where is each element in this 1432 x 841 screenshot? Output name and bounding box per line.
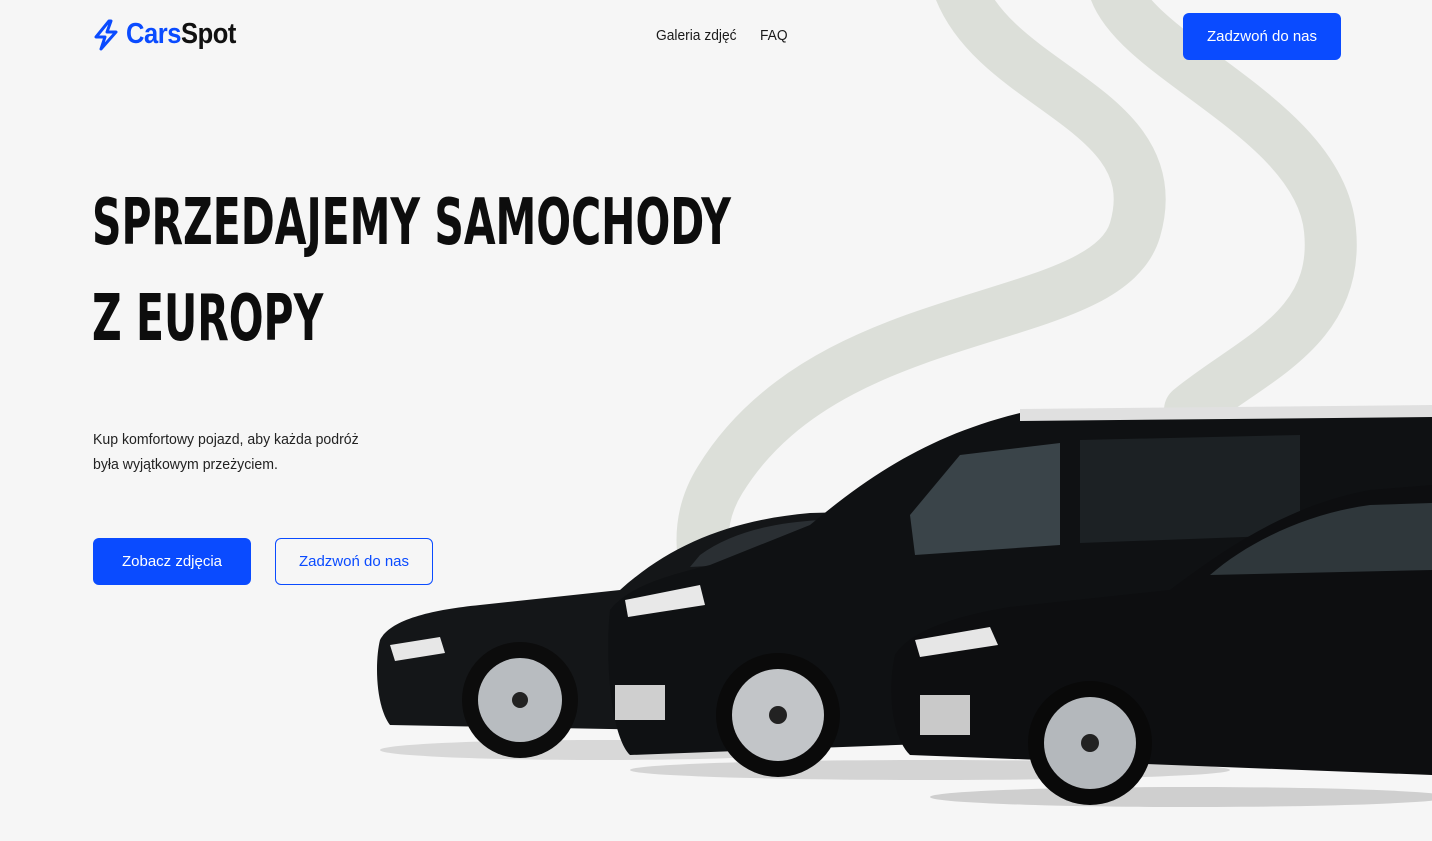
- call-us-header-button[interactable]: Zadzwoń do nas: [1183, 13, 1341, 60]
- hero-description-line-2: była wyjątkowym przeżyciem.: [93, 456, 278, 473]
- logo-text: CarsSpot: [126, 18, 236, 51]
- hero-title-line-1: SPRZEDAJEMY SAMOCHODY: [92, 186, 731, 260]
- header: CarsSpot Galeria zdjęć FAQ Zadzwoń do na…: [0, 0, 1432, 72]
- main-nav: Galeria zdjęć FAQ: [656, 27, 790, 44]
- nav-link-faq[interactable]: FAQ: [760, 27, 788, 44]
- see-photos-button[interactable]: Zobacz zdjęcia: [93, 538, 251, 585]
- hero-description: Kup komfortowy pojazd, aby każda podróż b…: [93, 427, 375, 477]
- hero-description-line-1: Kup komfortowy pojazd, aby każda podróż: [93, 431, 359, 448]
- hero-title-line-2: Z EUROPY: [92, 282, 324, 356]
- page: CarsSpot Galeria zdjęć FAQ Zadzwoń do na…: [0, 0, 1432, 841]
- nav-link-gallery[interactable]: Galeria zdjęć: [656, 27, 737, 44]
- logo-link[interactable]: CarsSpot: [92, 18, 251, 51]
- lightning-bolt-icon: [94, 19, 118, 50]
- hero-title: SPRZEDAJEMY SAMOCHODY Z EUROPY: [92, 175, 731, 367]
- logo-text-spot: Spot: [181, 18, 236, 50]
- cars-image: [377, 405, 1432, 807]
- logo-text-cars: Cars: [126, 18, 181, 50]
